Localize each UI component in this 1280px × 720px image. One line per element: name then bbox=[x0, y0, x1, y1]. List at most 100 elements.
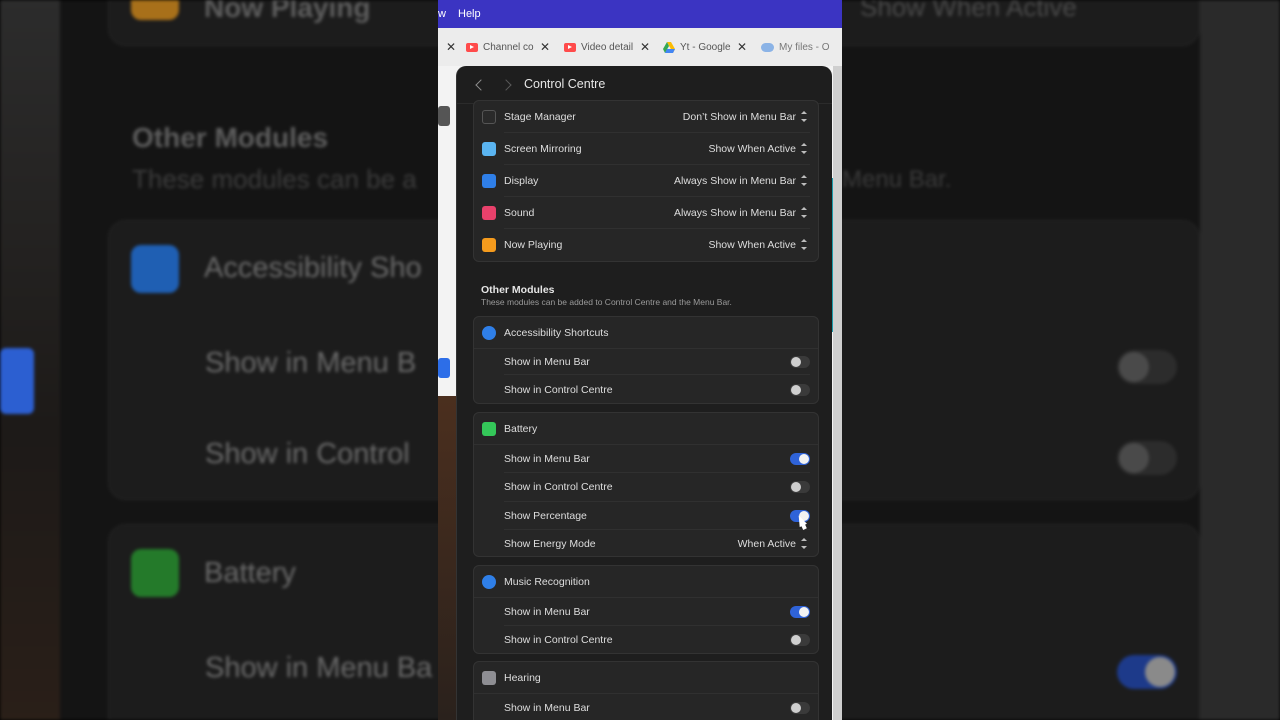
updown-chevron-icon[interactable] bbox=[800, 143, 807, 154]
row-hearing-show-menu-bar[interactable]: Show in Menu Bar bbox=[474, 694, 818, 720]
row-display[interactable]: Display Always Show in Menu Bar bbox=[474, 165, 818, 197]
background-now-playing: Now Playing bbox=[204, 0, 371, 23]
updown-chevron-icon[interactable] bbox=[800, 538, 807, 549]
background-toggle-2 bbox=[1117, 441, 1177, 475]
tab-google-drive[interactable]: Yt - Google ✕ bbox=[663, 28, 753, 66]
updown-chevron-icon[interactable] bbox=[800, 207, 807, 218]
accessibility-menu-bar-toggle[interactable] bbox=[790, 356, 810, 368]
row-stage-manager[interactable]: Stage Manager Don’t Show in Menu Bar bbox=[474, 101, 818, 133]
browser-edge-strip bbox=[833, 66, 842, 720]
background-accessibility-icon bbox=[131, 245, 179, 293]
popup-value[interactable]: Always Show in Menu Bar bbox=[674, 175, 796, 187]
row-label: Display bbox=[504, 175, 539, 187]
close-icon[interactable]: ✕ bbox=[737, 40, 747, 54]
background-battery: Battery bbox=[204, 557, 296, 589]
popup-value[interactable]: Show When Active bbox=[708, 143, 796, 155]
tab-close-partial[interactable]: ✕ bbox=[446, 28, 456, 66]
row-music-show-control-centre[interactable]: Show in Control Centre bbox=[474, 626, 818, 654]
row-label: Hearing bbox=[504, 672, 541, 684]
row-screen-mirroring[interactable]: Screen Mirroring Show When Active bbox=[474, 133, 818, 165]
ear-icon bbox=[482, 671, 496, 685]
row-label: Accessibility Shortcuts bbox=[504, 327, 609, 339]
row-battery-show-menu-bar[interactable]: Show in Menu Bar bbox=[474, 445, 818, 473]
background-now-playing-icon bbox=[131, 0, 179, 20]
youtube-icon bbox=[564, 42, 576, 52]
row-label: Show in Control Centre bbox=[504, 384, 613, 396]
row-label: Show Energy Mode bbox=[504, 538, 596, 550]
menu-item-window[interactable]: w bbox=[438, 8, 446, 20]
row-sound[interactable]: Sound Always Show in Menu Bar bbox=[474, 197, 818, 229]
tab-label: My files - O bbox=[779, 41, 830, 53]
forward-chevron-icon[interactable] bbox=[501, 77, 515, 93]
row-battery-show-percentage[interactable]: Show Percentage bbox=[474, 502, 818, 530]
tab-bar: ✕ Channel co ✕ Video detail ✕ Yt - Googl… bbox=[438, 28, 842, 66]
battery-menu-bar-toggle[interactable] bbox=[790, 453, 810, 465]
updown-chevron-icon[interactable] bbox=[800, 111, 807, 122]
row-accessibility-show-control-centre[interactable]: Show in Control Centre bbox=[474, 375, 818, 403]
row-now-playing[interactable]: Now Playing Show When Active bbox=[474, 229, 818, 261]
row-battery: Battery bbox=[474, 413, 818, 445]
music-recognition-group: Music Recognition Show in Menu Bar Show … bbox=[473, 565, 819, 654]
popup-value[interactable]: When Active bbox=[738, 538, 796, 550]
popup-value[interactable]: Always Show in Menu Bar bbox=[674, 207, 796, 219]
close-icon[interactable]: ✕ bbox=[640, 40, 650, 54]
background-right-edge bbox=[1200, 0, 1280, 720]
accessibility-control-centre-toggle[interactable] bbox=[790, 384, 810, 396]
row-music-show-menu-bar[interactable]: Show in Menu Bar bbox=[474, 598, 818, 626]
row-battery-energy-mode[interactable]: Show Energy Mode When Active bbox=[474, 530, 818, 558]
google-drive-icon bbox=[663, 41, 675, 53]
background-show-menu-bar-2: Show in Menu Ba bbox=[205, 652, 433, 684]
tab-my-files[interactable]: My files - O bbox=[761, 28, 842, 66]
row-label: Show in Menu Bar bbox=[504, 702, 590, 714]
background-show-control: Show in Control bbox=[205, 438, 410, 470]
row-label: Show in Menu Bar bbox=[504, 453, 590, 465]
stage-manager-icon bbox=[482, 110, 496, 124]
row-label: Show in Control Centre bbox=[504, 634, 613, 646]
updown-chevron-icon[interactable] bbox=[800, 239, 807, 250]
background-toggle-3 bbox=[1117, 655, 1177, 689]
background-battery-icon bbox=[131, 549, 179, 597]
back-chevron-icon[interactable] bbox=[473, 77, 487, 93]
row-label: Sound bbox=[504, 207, 535, 219]
battery-icon bbox=[482, 422, 496, 436]
browser-dark-strip bbox=[438, 106, 450, 126]
row-battery-show-control-centre[interactable]: Show in Control Centre bbox=[474, 473, 818, 502]
tab-video-detail[interactable]: Video detail ✕ bbox=[564, 28, 658, 66]
updown-chevron-icon[interactable] bbox=[800, 175, 807, 186]
menu-bar: w Help bbox=[438, 0, 842, 28]
row-accessibility-show-menu-bar[interactable]: Show in Menu Bar bbox=[474, 347, 818, 375]
accessibility-icon bbox=[482, 326, 496, 340]
background-blue-highlight bbox=[0, 348, 34, 414]
close-icon[interactable]: ✕ bbox=[540, 40, 550, 54]
system-settings-window: Control Centre Stage Manager Don’t Show … bbox=[456, 66, 832, 720]
battery-group: Battery Show in Menu Bar Show in Control… bbox=[473, 412, 819, 557]
background-toggle-1 bbox=[1117, 350, 1177, 384]
background-show-menu-bar: Show in Menu B bbox=[205, 347, 417, 379]
hearing-group: Hearing Show in Menu Bar bbox=[473, 661, 819, 720]
row-label: Show in Menu Bar bbox=[504, 606, 590, 618]
popup-value[interactable]: Show When Active bbox=[708, 239, 796, 251]
music-control-centre-toggle[interactable] bbox=[790, 634, 810, 646]
row-accessibility-shortcuts: Accessibility Shortcuts bbox=[474, 317, 818, 349]
onedrive-icon bbox=[761, 42, 774, 52]
row-label: Now Playing bbox=[504, 239, 563, 251]
screen: Now Playing Show When Active Other Modul… bbox=[0, 0, 1280, 720]
music-menu-bar-toggle[interactable] bbox=[790, 606, 810, 618]
tab-channel[interactable]: Channel co ✕ bbox=[466, 28, 556, 66]
other-modules-heading: Other Modules bbox=[481, 284, 555, 296]
background-other-modules: Other Modules bbox=[132, 122, 329, 153]
hearing-menu-bar-toggle[interactable] bbox=[790, 702, 810, 714]
accessibility-shortcuts-group: Accessibility Shortcuts Show in Menu Bar… bbox=[473, 316, 819, 404]
close-icon[interactable]: ✕ bbox=[446, 40, 456, 54]
menu-item-help[interactable]: Help bbox=[458, 8, 481, 20]
row-hearing: Hearing bbox=[474, 662, 818, 694]
row-label: Stage Manager bbox=[504, 111, 576, 123]
row-label: Show in Menu Bar bbox=[504, 356, 590, 368]
battery-control-centre-toggle[interactable] bbox=[790, 481, 810, 493]
background-modules-sub: These modules can be a bbox=[132, 164, 417, 194]
popup-value[interactable]: Don’t Show in Menu Bar bbox=[683, 111, 796, 123]
tab-label: Video detail bbox=[581, 41, 634, 53]
background-menu-bar-dot: Menu Bar. bbox=[842, 166, 952, 193]
display-icon bbox=[482, 174, 496, 188]
row-label: Battery bbox=[504, 423, 538, 435]
